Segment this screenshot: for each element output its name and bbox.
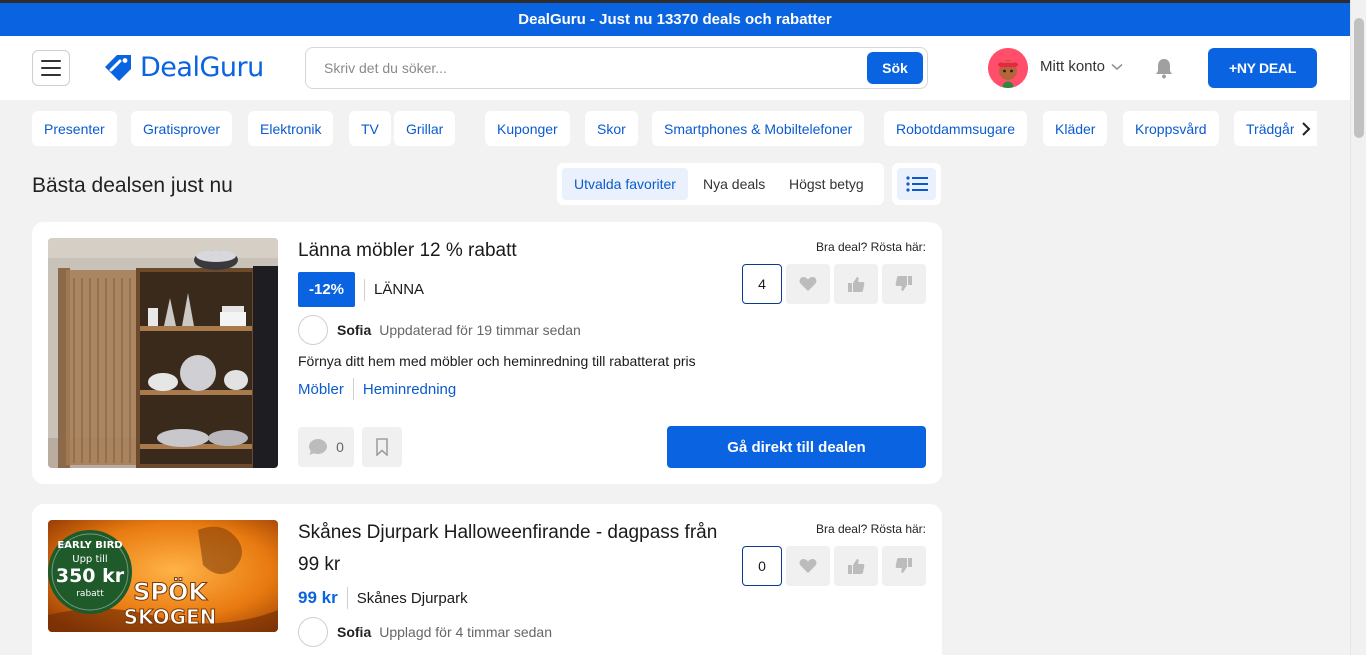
sort-tabs: Utvalda favoriter Nya deals Högst betyg <box>557 163 884 205</box>
comment-icon <box>309 439 328 455</box>
vote-count: 0 <box>742 546 782 586</box>
vote-label: Bra deal? Rösta här: <box>815 240 926 254</box>
menu-button[interactable] <box>32 50 70 86</box>
image-text-skogen: SKOGEN <box>124 605 217 629</box>
hamburger-icon <box>41 60 61 62</box>
vote-controls: 0 <box>742 546 926 586</box>
category-chip[interactable]: Kuponger <box>485 111 570 146</box>
tab-utvalda-favoriter[interactable]: Utvalda favoriter <box>562 168 688 200</box>
go-to-deal-button[interactable]: Gå direkt till dealen <box>667 426 926 468</box>
heart-icon <box>799 559 817 573</box>
image-text-rabatt: rabatt <box>76 589 104 599</box>
thumbs-down-button[interactable] <box>882 264 926 304</box>
search-input[interactable] <box>324 58 844 78</box>
page-title: Bästa dealsen just nu <box>32 174 233 197</box>
category-chip[interactable]: Presenter <box>32 111 117 146</box>
store-name[interactable]: Skånes Djurpark <box>357 590 468 607</box>
thumbs-up-button[interactable] <box>834 546 878 586</box>
heart-icon <box>799 277 817 291</box>
image-text-amount: 350 kr <box>56 565 125 587</box>
new-deal-button[interactable]: +NY DEAL <box>1208 48 1317 88</box>
logo[interactable]: DealGuru <box>102 52 264 83</box>
avatar[interactable] <box>988 48 1028 88</box>
bookmark-icon <box>376 438 388 456</box>
category-chip[interactable]: Kläder <box>1043 111 1108 146</box>
category-chip[interactable]: Robotdammsugare <box>884 111 1028 146</box>
account-menu[interactable]: Mitt konto <box>1040 58 1123 75</box>
favorite-button[interactable] <box>786 546 830 586</box>
image-text-upto: Upp till <box>72 554 107 565</box>
deal-price-row: -12% LÄNNA <box>298 272 424 307</box>
comments-button[interactable]: 0 <box>298 427 354 467</box>
category-chip[interactable]: Grillar <box>394 111 456 146</box>
search-box: Sök <box>305 47 928 89</box>
image-text-early: EARLY BIRD <box>57 540 122 551</box>
deal-price-row: 99 kr Skånes Djurpark <box>298 587 468 609</box>
deal-tags: Möbler Heminredning <box>298 378 456 400</box>
promo-banner: DealGuru - Just nu 13370 deals och rabat… <box>0 3 1350 36</box>
category-scroll-right[interactable] <box>1294 111 1317 146</box>
logo-text: DealGuru <box>140 52 264 83</box>
deal-image[interactable] <box>48 238 278 468</box>
page-scrollbar[interactable] <box>1350 0 1366 655</box>
deal-card: EARLY BIRD Upp till 350 kr rabatt SPÖK S… <box>32 504 942 655</box>
thumbs-up-icon <box>848 559 865 574</box>
site-header: DealGuru Sök Mitt konto +NY DEAL <box>0 36 1350 100</box>
author-name[interactable]: Sofia <box>337 322 371 338</box>
banner-text: DealGuru - Just nu 13370 deals och rabat… <box>518 11 832 28</box>
tag-link[interactable]: Heminredning <box>363 381 456 398</box>
tag-link[interactable]: Möbler <box>298 381 344 398</box>
category-chip[interactable]: Skor <box>585 111 638 146</box>
author-avatar[interactable] <box>298 315 328 345</box>
deal-price: 99 kr <box>298 588 338 607</box>
user-avatar-icon <box>988 48 1028 88</box>
vote-label: Bra deal? Rösta här: <box>815 522 926 536</box>
category-bar: Presenter Gratisprover Elektronik TV Gri… <box>32 111 1317 146</box>
list-view-button[interactable] <box>892 163 941 205</box>
deal-description: Förnya ditt hem med möbler och heminredn… <box>298 353 696 369</box>
image-text-spok: SPÖK <box>133 576 208 606</box>
deal-meta: Sofia Upplagd för 4 timmar sedan <box>298 617 552 647</box>
tab-hogst-betyg[interactable]: Högst betyg <box>777 168 876 200</box>
search-button[interactable]: Sök <box>867 52 923 84</box>
thumbs-down-button[interactable] <box>882 546 926 586</box>
list-icon <box>905 176 928 192</box>
tab-nya-deals[interactable]: Nya deals <box>691 168 777 200</box>
category-chip[interactable]: TV <box>349 111 391 146</box>
vote-count: 4 <box>742 264 782 304</box>
category-chip[interactable]: Kroppsvård <box>1123 111 1219 146</box>
updated-time: Upplagd för 4 timmar sedan <box>379 624 552 640</box>
thumbs-down-icon <box>895 558 912 573</box>
author-avatar[interactable] <box>298 617 328 647</box>
vote-controls: 4 <box>742 264 926 304</box>
category-chip[interactable]: Elektronik <box>248 111 334 146</box>
favorite-button[interactable] <box>786 264 830 304</box>
category-chip[interactable]: Gratisprover <box>131 111 233 146</box>
deal-title[interactable]: Skånes Djurpark Halloweenfirande - dagpa… <box>298 517 717 581</box>
thumbs-up-icon <box>848 277 865 292</box>
category-chip[interactable]: Smartphones & Mobiltelefoner <box>652 111 865 146</box>
discount-badge: -12% <box>298 272 356 307</box>
thumbs-down-icon <box>895 276 912 291</box>
deal-title[interactable]: Länna möbler 12 % rabatt <box>298 235 517 267</box>
deal-image[interactable]: EARLY BIRD Upp till 350 kr rabatt SPÖK S… <box>48 520 278 632</box>
store-name[interactable]: LÄNNA <box>374 281 424 298</box>
thumbs-up-button[interactable] <box>834 264 878 304</box>
comment-count: 0 <box>336 439 344 455</box>
deal-card: Länna möbler 12 % rabatt -12% LÄNNA Sofi… <box>32 222 942 484</box>
chevron-right-icon <box>1301 121 1310 136</box>
account-label: Mitt konto <box>1040 58 1106 75</box>
chevron-down-icon <box>1111 63 1123 70</box>
scrollbar-thumb[interactable] <box>1354 18 1364 138</box>
notification-bell-icon[interactable] <box>1153 57 1175 79</box>
updated-time: Uppdaterad för 19 timmar sedan <box>379 322 581 338</box>
author-name[interactable]: Sofia <box>337 624 371 640</box>
tag-logo-icon <box>105 54 131 81</box>
bookmark-button[interactable] <box>362 427 402 467</box>
deal-meta: Sofia Uppdaterad för 19 timmar sedan <box>298 315 581 345</box>
